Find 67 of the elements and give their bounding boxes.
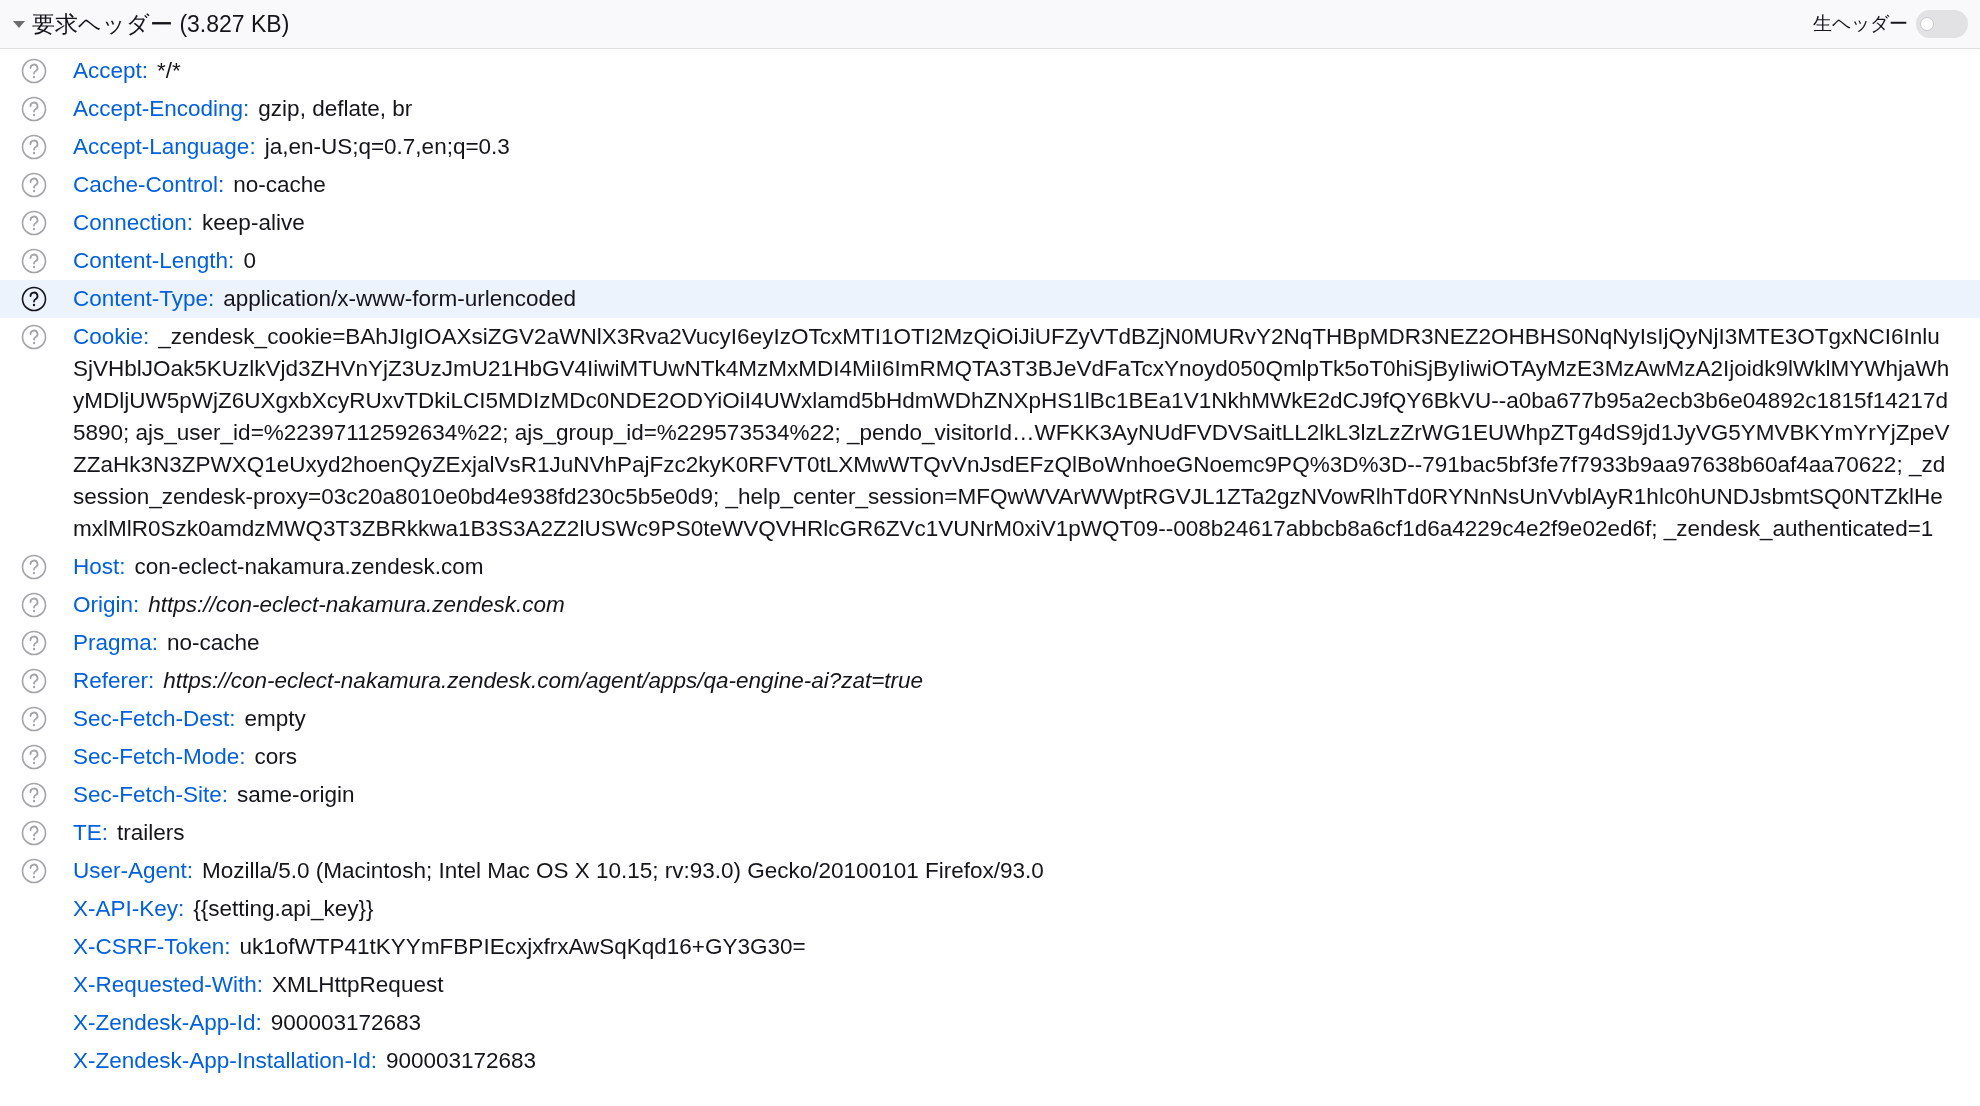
header-name: Sec-Fetch-Site:: [73, 782, 229, 807]
header-name: Sec-Fetch-Dest:: [73, 706, 236, 731]
header-value: empty: [244, 706, 306, 731]
header-name: Content-Length:: [73, 248, 235, 273]
header-value: keep-alive: [202, 210, 305, 235]
header-name: X-API-Key:: [73, 896, 185, 921]
header-name: User-Agent:: [73, 858, 194, 883]
header-name: Sec-Fetch-Mode:: [73, 744, 246, 769]
header-name: TE:: [73, 820, 108, 845]
header-value: */*: [157, 58, 181, 83]
header-name: X-Requested-With:: [73, 972, 264, 997]
toggle-switch[interactable]: [1916, 10, 1968, 38]
header-value: ja,en-US;q=0.7,en;q=0.3: [264, 134, 510, 159]
toggle-label: 生ヘッダー: [1813, 11, 1908, 36]
header-name: Accept:: [73, 58, 149, 83]
header-row[interactable]: X-CSRF-Token: uk1ofWTP41tKYYmFBPIEcxjxfrxAwSqKqd16+GY3G30=: [0, 928, 1980, 966]
header-row[interactable]: Sec-Fetch-Dest: empty: [0, 700, 1980, 738]
header-name: Referer:: [73, 668, 155, 693]
header-value: 900003172683: [270, 1010, 421, 1035]
header-name: X-Zendesk-App-Id:: [73, 1010, 262, 1035]
header-value: https://con-eclect-nakamura.zendesk.com/agent/apps/qa-engine-ai?zat=true: [163, 668, 924, 693]
header-row[interactable]: Pragma: no-cache: [0, 624, 1980, 662]
header-value: XMLHttpRequest: [272, 972, 444, 997]
header-value: same-origin: [237, 782, 355, 807]
header-row[interactable]: X-Zendesk-App-Installation-Id: 900003172683: [0, 1042, 1980, 1080]
header-row[interactable]: Content-Length: 0: [0, 242, 1980, 280]
header-row[interactable]: Accept-Language: ja,en-US;q=0.7,en;q=0.3: [0, 128, 1980, 166]
header-value: no-cache: [233, 172, 326, 197]
header-row[interactable]: Content-Type: application/x-www-form-urlencoded: [0, 280, 1980, 318]
header-row[interactable]: X-Requested-With: XMLHttpRequest: [0, 966, 1980, 1004]
header-value: Mozilla/5.0 (Macintosh; Intel Mac OS X 10.15; rv:93.0) Gecko/20100101 Firefox/93.0: [202, 858, 1044, 883]
header-name: Accept-Encoding:: [73, 96, 250, 121]
header-row[interactable]: Connection: keep-alive: [0, 204, 1980, 242]
header-row[interactable]: TE: trailers: [0, 814, 1980, 852]
header-value: {{setting.api_key}}: [193, 896, 374, 921]
header-name: Connection:: [73, 210, 194, 235]
header-value: 0: [243, 248, 256, 273]
header-row[interactable]: Referer: https://con-eclect-nakamura.zendesk.com/agent/apps/qa-engine-ai?zat=true: [0, 662, 1980, 700]
header-row[interactable]: Host: con-eclect-nakamura.zendesk.com: [0, 548, 1980, 586]
help-icon[interactable]: [21, 286, 47, 312]
header-name: Origin:: [73, 592, 140, 617]
header-row[interactable]: User-Agent: Mozilla/5.0 (Macintosh; Intel Mac OS X 10.15; rv:93.0) Gecko/20100101 Firefox/93.0: [0, 852, 1980, 890]
header-value: cors: [254, 744, 298, 769]
header-value: gzip, deflate, br: [258, 96, 413, 121]
header-row[interactable]: Sec-Fetch-Site: same-origin: [0, 776, 1980, 814]
header-value: application/x-www-form-urlencoded: [223, 286, 576, 311]
header-name: Host:: [73, 554, 126, 579]
header-row[interactable]: Cache-Control: no-cache: [0, 166, 1980, 204]
header-name: X-CSRF-Token:: [73, 934, 231, 959]
header-value: con-eclect-nakamura.zendesk.com: [134, 554, 484, 579]
header-value: uk1ofWTP41tKYYmFBPIEcxjxfrxAwSqKqd16+GY3G30=: [239, 934, 806, 959]
header-value: 900003172683: [385, 1048, 537, 1073]
header-row[interactable]: Accept-Encoding: gzip, deflate, br: [0, 90, 1980, 128]
header-row[interactable]: X-Zendesk-App-Id: 900003172683: [0, 1004, 1980, 1042]
header-row[interactable]: Accept: */*: [0, 52, 1980, 90]
header-name: Pragma:: [73, 630, 159, 655]
header-name: X-Zendesk-App-Installation-Id:: [73, 1048, 377, 1073]
header-row[interactable]: Sec-Fetch-Mode: cors: [0, 738, 1980, 776]
header-row[interactable]: Origin: https://con-eclect-nakamura.zendesk.com: [0, 586, 1980, 624]
header-name: Cache-Control:: [73, 172, 225, 197]
header-name: Accept-Language:: [73, 134, 256, 159]
header-name: Content-Type:: [73, 286, 215, 311]
header-row[interactable]: X-API-Key: {{setting.api_key}}: [0, 890, 1980, 928]
header-value: no-cache: [167, 630, 260, 655]
header-value: trailers: [117, 820, 185, 845]
section-title[interactable]: 要求ヘッダー (3.827 KB): [32, 6, 290, 42]
header-value: https://con-eclect-nakamura.zendesk.com: [148, 592, 565, 617]
